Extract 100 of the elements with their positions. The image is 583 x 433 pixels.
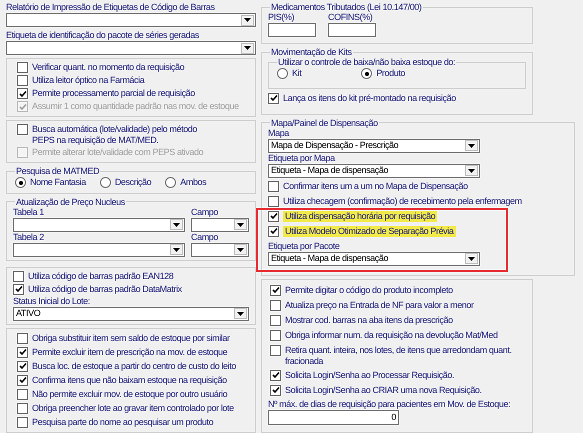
field-label: Etiqueta por Pacote (268, 240, 340, 252)
checkbox[interactable] (17, 388, 28, 400)
checkbox-label: Permite digitar o código do produto incompleto (285, 284, 453, 296)
group-title: Medicamentos Tributados (Lei 10.147/00) (270, 2, 422, 12)
checkbox-label: Permite processamento parcial de requisição (32, 88, 195, 99)
dropdown-arrow-icon (468, 144, 475, 148)
dropdown[interactable]: ATIVO (13, 306, 249, 320)
checkbox-label: Solicita Login/Senha ao CRIAR uma nova Requisição. (285, 384, 482, 396)
checkbox[interactable] (17, 88, 28, 99)
group-title: Atualização de Preço Nucleus (15, 196, 126, 206)
dropdown[interactable]: Etiqueta - Mapa de dispensação (268, 164, 480, 178)
checkbox-label: Obriga informar num. da requisição na devolução Mat/Med (285, 330, 498, 340)
checkbox-label: Atualiza preço na Entrada de NF para valor a menor (285, 300, 474, 310)
dropdown-arrow-icon (237, 222, 244, 226)
dropdown-arrow-icon (173, 222, 180, 226)
checkbox[interactable] (17, 62, 28, 73)
checkbox[interactable] (17, 360, 28, 372)
field-label: Relatório de Impressão de Etiquetas de Código de Barras (6, 2, 216, 13)
text-field[interactable] (268, 23, 316, 37)
dropdown-arrow-icon (237, 248, 244, 252)
checkbox[interactable] (268, 226, 279, 236)
dropdown[interactable]: Mapa de Dispensação - Prescrição (268, 138, 480, 152)
radio-button[interactable] (361, 68, 372, 80)
checkbox-label: Utiliza leitor óptico na Farmácia (32, 75, 144, 86)
field-label: Nº máx. de dias de requisição para pacientes em Mov. de Estoque: (268, 398, 512, 410)
checkbox-label: Utiliza código de barras padrão DataMatrix (28, 284, 182, 294)
checkbox[interactable] (268, 196, 279, 206)
checkbox[interactable] (268, 180, 279, 192)
checkbox-label: Retira quant. inteira, nos lotes, de itens que arredondam quant. fracionada (285, 344, 513, 366)
radio-label: Descrição (114, 176, 152, 189)
dropdown[interactable] (13, 242, 185, 256)
checkbox-label: Obriga substituir item sem saldo de estoque por similar (32, 332, 230, 344)
checkbox-label: Lança os itens do kit pré-montado na requisição (283, 92, 456, 104)
checkbox-label: Assumir 1 como quantidade padrão nas mov. de estoque (32, 101, 239, 112)
checkbox-label: Busca automática (lote/validade) pelo método PEPS na requisição de MAT/MED. (32, 124, 198, 146)
checkbox[interactable] (17, 124, 28, 135)
checkbox[interactable] (270, 370, 281, 380)
checkbox[interactable] (270, 314, 281, 326)
checkbox-label: Não permite excluir mov. de estoque por outro usuário (32, 388, 228, 400)
field-label: Campo (191, 206, 220, 218)
checkbox[interactable] (17, 332, 28, 344)
dropdown[interactable] (191, 242, 249, 256)
radio-button[interactable] (100, 177, 111, 188)
checkbox[interactable] (270, 384, 281, 396)
checkbox[interactable] (17, 402, 28, 414)
dropdown-arrow-icon (244, 18, 251, 22)
checkbox[interactable] (270, 330, 281, 340)
dropdown-arrow-icon (244, 46, 251, 50)
radio-label: Nome Fantasia (30, 176, 86, 189)
checkbox[interactable] (17, 374, 28, 386)
checkbox[interactable] (270, 284, 281, 296)
checkbox-label: Permite excluir item de prescrição na mov. de estoque (32, 346, 228, 358)
checkbox[interactable] (270, 344, 281, 356)
radio-button[interactable] (15, 177, 26, 188)
field-label: COFINS(%) (328, 12, 374, 23)
dropdown[interactable] (6, 13, 256, 27)
checkbox[interactable] (268, 92, 279, 104)
checkbox-label: Permite alterar lote/validade com PEPS ativado (32, 147, 204, 158)
radio-label: Kit (292, 67, 302, 80)
checkbox-label: Solicita Login/Senha ao Processar Requisição. (285, 370, 454, 380)
checkbox-label: Utiliza checagem (confirmação) de recebimento pela enfermagem (283, 196, 522, 206)
checkbox-label: Utiliza Modelo Otimizado de Separação Prévia (283, 226, 456, 236)
checkbox[interactable] (17, 416, 28, 428)
dropdown-arrow-icon (468, 168, 475, 172)
field-label: Campo (191, 232, 220, 242)
field-label: Status Inicial do Lote: (13, 296, 91, 306)
radio-label: Ambos (180, 176, 206, 189)
group-title: Movimentação de Kits (270, 47, 353, 57)
field-label: Etiqueta de identificação do pacote de séries geradas (6, 30, 200, 41)
dropdown-arrow-icon (468, 256, 475, 260)
text-field[interactable] (328, 23, 376, 37)
field-label: Mapa (268, 128, 290, 138)
field-label: PIS(%) (268, 12, 296, 23)
checkbox-label: Confirmar itens um a um no Mapa de Dispensação (283, 180, 468, 192)
dropdown[interactable] (6, 41, 256, 55)
checkbox[interactable] (13, 270, 24, 282)
radio-button[interactable] (165, 177, 176, 188)
checkbox-label: Mostrar cod. barras na aba itens da prescrição (285, 314, 453, 326)
checkbox[interactable] (17, 346, 28, 358)
checkbox-label: Utiliza dispensação horária por requisição (283, 210, 438, 222)
dropdown[interactable] (13, 218, 185, 232)
checkbox-label: Utiliza código de barras padrão EAN128 (28, 270, 174, 282)
checkbox-label: Verificar quant. no momento da requisição (32, 62, 184, 73)
checkbox[interactable] (17, 75, 28, 86)
dropdown[interactable]: Etiqueta - Mapa de dispensação (268, 252, 480, 266)
group-title: Mapa/Painel de Dispensação (270, 118, 379, 128)
field-label: Tabela 1 (13, 206, 44, 218)
text-field[interactable]: 0 (268, 410, 399, 424)
field-label: Tabela 2 (13, 232, 45, 242)
radio-button[interactable] (277, 68, 288, 80)
checkbox-label: Obriga preencher lote ao gravar item controlado por lote (32, 402, 234, 414)
checkbox[interactable] (270, 300, 281, 310)
checkbox[interactable] (13, 284, 24, 294)
field-label: Etiqueta por Mapa (268, 152, 336, 164)
dropdown[interactable] (191, 218, 249, 232)
dropdown-arrow-icon (237, 312, 244, 316)
checkbox-label: Confirma itens que não baixam estoque na requisição (32, 374, 227, 386)
checkbox[interactable] (268, 210, 279, 222)
dropdown-arrow-icon (173, 248, 180, 252)
group-title: Pesquisa de MATMED (15, 166, 100, 176)
